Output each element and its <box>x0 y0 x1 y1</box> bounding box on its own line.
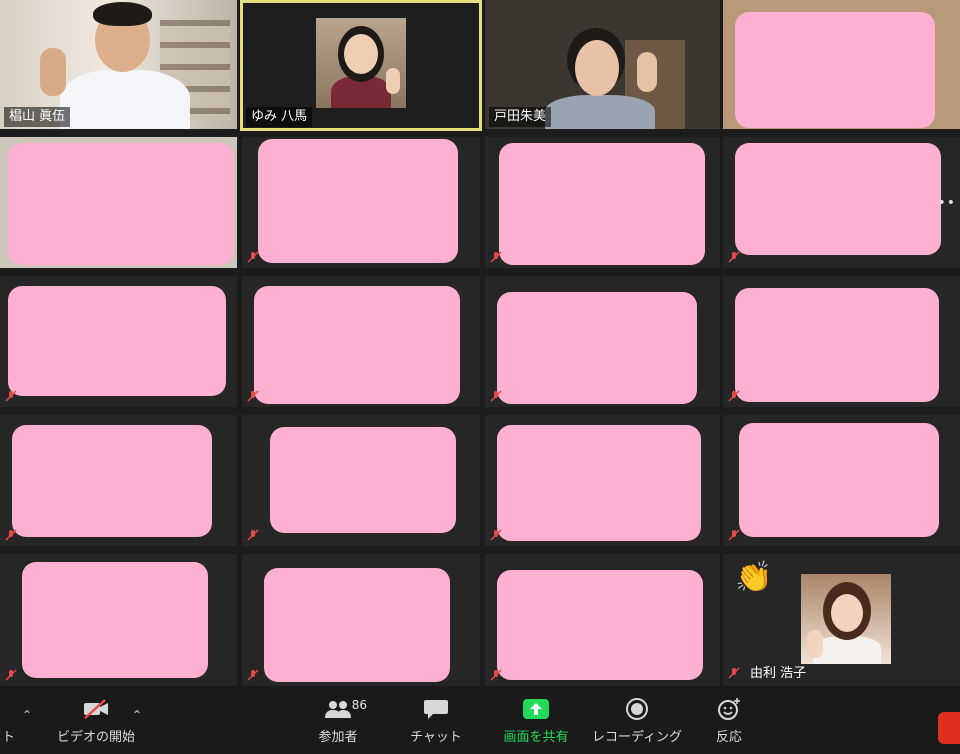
participant-tile-10[interactable] <box>242 276 480 407</box>
privacy-cover <box>739 423 939 537</box>
person-body <box>60 70 190 129</box>
participant-name: 椙山 眞伍 <box>4 107 71 127</box>
microphone-muted-icon <box>5 669 17 681</box>
microphone-muted-icon <box>728 390 740 402</box>
participant-name: 戸田朱美 <box>489 107 552 127</box>
person-face <box>344 34 378 74</box>
person-body <box>545 95 655 129</box>
microphone-muted-icon <box>247 390 259 402</box>
chat-icon <box>421 696 451 722</box>
profile-photo <box>801 574 891 664</box>
participant-tile-19[interactable] <box>485 554 720 686</box>
truncated-label: ト <box>2 730 16 745</box>
more-options-icon[interactable]: •• <box>937 195 956 211</box>
record-icon <box>622 696 652 722</box>
microphone-muted-icon <box>490 390 502 402</box>
share-screen-label: 画面を共有 <box>503 729 569 745</box>
participant-name: 由利 浩子 <box>750 666 807 681</box>
participant-tile-11[interactable] <box>485 276 720 407</box>
reactions-button[interactable]: 反応 <box>706 686 752 754</box>
share-screen-button[interactable]: 画面を共有 <box>496 686 576 754</box>
privacy-cover <box>735 143 941 255</box>
microphone-muted-icon <box>728 667 740 679</box>
privacy-cover <box>735 288 939 402</box>
participant-name: ゆみ 八馬 <box>246 107 313 127</box>
reactions-label: 反応 <box>715 729 742 745</box>
chat-button[interactable]: チャット <box>406 686 466 754</box>
person-body <box>813 636 881 664</box>
microphone-muted-icon <box>247 669 259 681</box>
person-face <box>575 40 619 96</box>
privacy-cover <box>8 143 234 265</box>
microphone-muted-icon <box>490 251 502 263</box>
participant-tile-20[interactable]: 👏 由利 浩子 <box>723 554 960 686</box>
participant-tile-3[interactable]: 戸田朱美 <box>485 0 720 129</box>
privacy-cover <box>12 425 212 537</box>
participants-button[interactable]: 86 参加者 <box>308 686 368 754</box>
start-video-button[interactable]: ビデオの開始 <box>56 686 136 754</box>
privacy-cover <box>497 425 701 541</box>
chat-label: チャット <box>410 729 462 745</box>
profile-photo <box>316 18 406 108</box>
participant-tile-9[interactable] <box>0 276 237 407</box>
record-label: レコーディング <box>591 729 683 745</box>
participant-tile-13[interactable] <box>0 415 237 546</box>
waving-hand <box>807 630 823 658</box>
reaction-icon <box>714 696 744 722</box>
privacy-cover <box>497 570 703 680</box>
microphone-muted-icon <box>490 529 502 541</box>
participant-tile-12[interactable] <box>723 276 960 407</box>
participant-tile-16[interactable] <box>723 415 960 546</box>
end-meeting-button[interactable] <box>938 712 960 744</box>
microphone-muted-icon <box>5 529 17 541</box>
privacy-cover <box>735 12 935 128</box>
participant-tile-18[interactable] <box>242 554 480 686</box>
privacy-cover <box>22 562 208 678</box>
privacy-cover <box>258 139 458 263</box>
microphone-muted-icon <box>728 529 740 541</box>
participants-count: 86 <box>351 697 367 712</box>
microphone-muted-icon <box>247 251 259 263</box>
waving-hand <box>386 68 400 94</box>
peace-hand <box>637 52 657 92</box>
participant-tile-5[interactable] <box>0 137 237 268</box>
participant-tile-8[interactable]: •• <box>723 137 960 268</box>
privacy-cover <box>8 286 226 396</box>
clap-icon: 👏 <box>735 560 773 595</box>
privacy-cover <box>254 286 460 404</box>
participant-tile-7[interactable] <box>485 137 720 268</box>
meeting-toolbar: ト ⌃ ビデオの開始 ⌃ 86 参加者 チャット 画面を共有 レコーディング 反… <box>0 686 960 754</box>
peace-hand <box>40 48 66 96</box>
gallery-grid: 椙山 眞伍 ゆみ 八馬 戸田朱美 •• 👏 由利 浩子 <box>0 0 960 686</box>
participant-tile-2[interactable]: ゆみ 八馬 <box>240 0 482 131</box>
privacy-cover <box>499 143 705 265</box>
privacy-cover <box>270 427 456 533</box>
microphone-muted-icon <box>728 251 740 263</box>
participant-tile-1[interactable]: 椙山 眞伍 <box>0 0 237 129</box>
microphone-muted-icon <box>5 390 17 402</box>
participants-label: 参加者 <box>318 729 358 745</box>
privacy-cover <box>497 292 697 404</box>
participant-tile-14[interactable] <box>242 415 480 546</box>
video-options-caret[interactable]: ⌃ <box>132 708 142 722</box>
microphone-muted-icon <box>490 669 502 681</box>
privacy-cover <box>264 568 450 682</box>
person-face <box>831 594 863 632</box>
participant-tile-17[interactable] <box>0 554 237 686</box>
share-screen-icon <box>521 696 551 722</box>
record-button[interactable]: レコーディング <box>592 686 682 754</box>
start-video-label: ビデオの開始 <box>56 729 135 745</box>
participant-tile-4[interactable] <box>723 0 960 129</box>
participants-icon: 86 <box>323 696 367 722</box>
person-hair <box>93 2 152 26</box>
microphone-muted-icon <box>247 529 259 541</box>
participant-tile-6[interactable] <box>242 137 480 268</box>
participant-tile-15[interactable] <box>485 415 720 546</box>
video-off-icon <box>81 696 111 722</box>
audio-options-caret[interactable]: ⌃ <box>22 708 32 722</box>
